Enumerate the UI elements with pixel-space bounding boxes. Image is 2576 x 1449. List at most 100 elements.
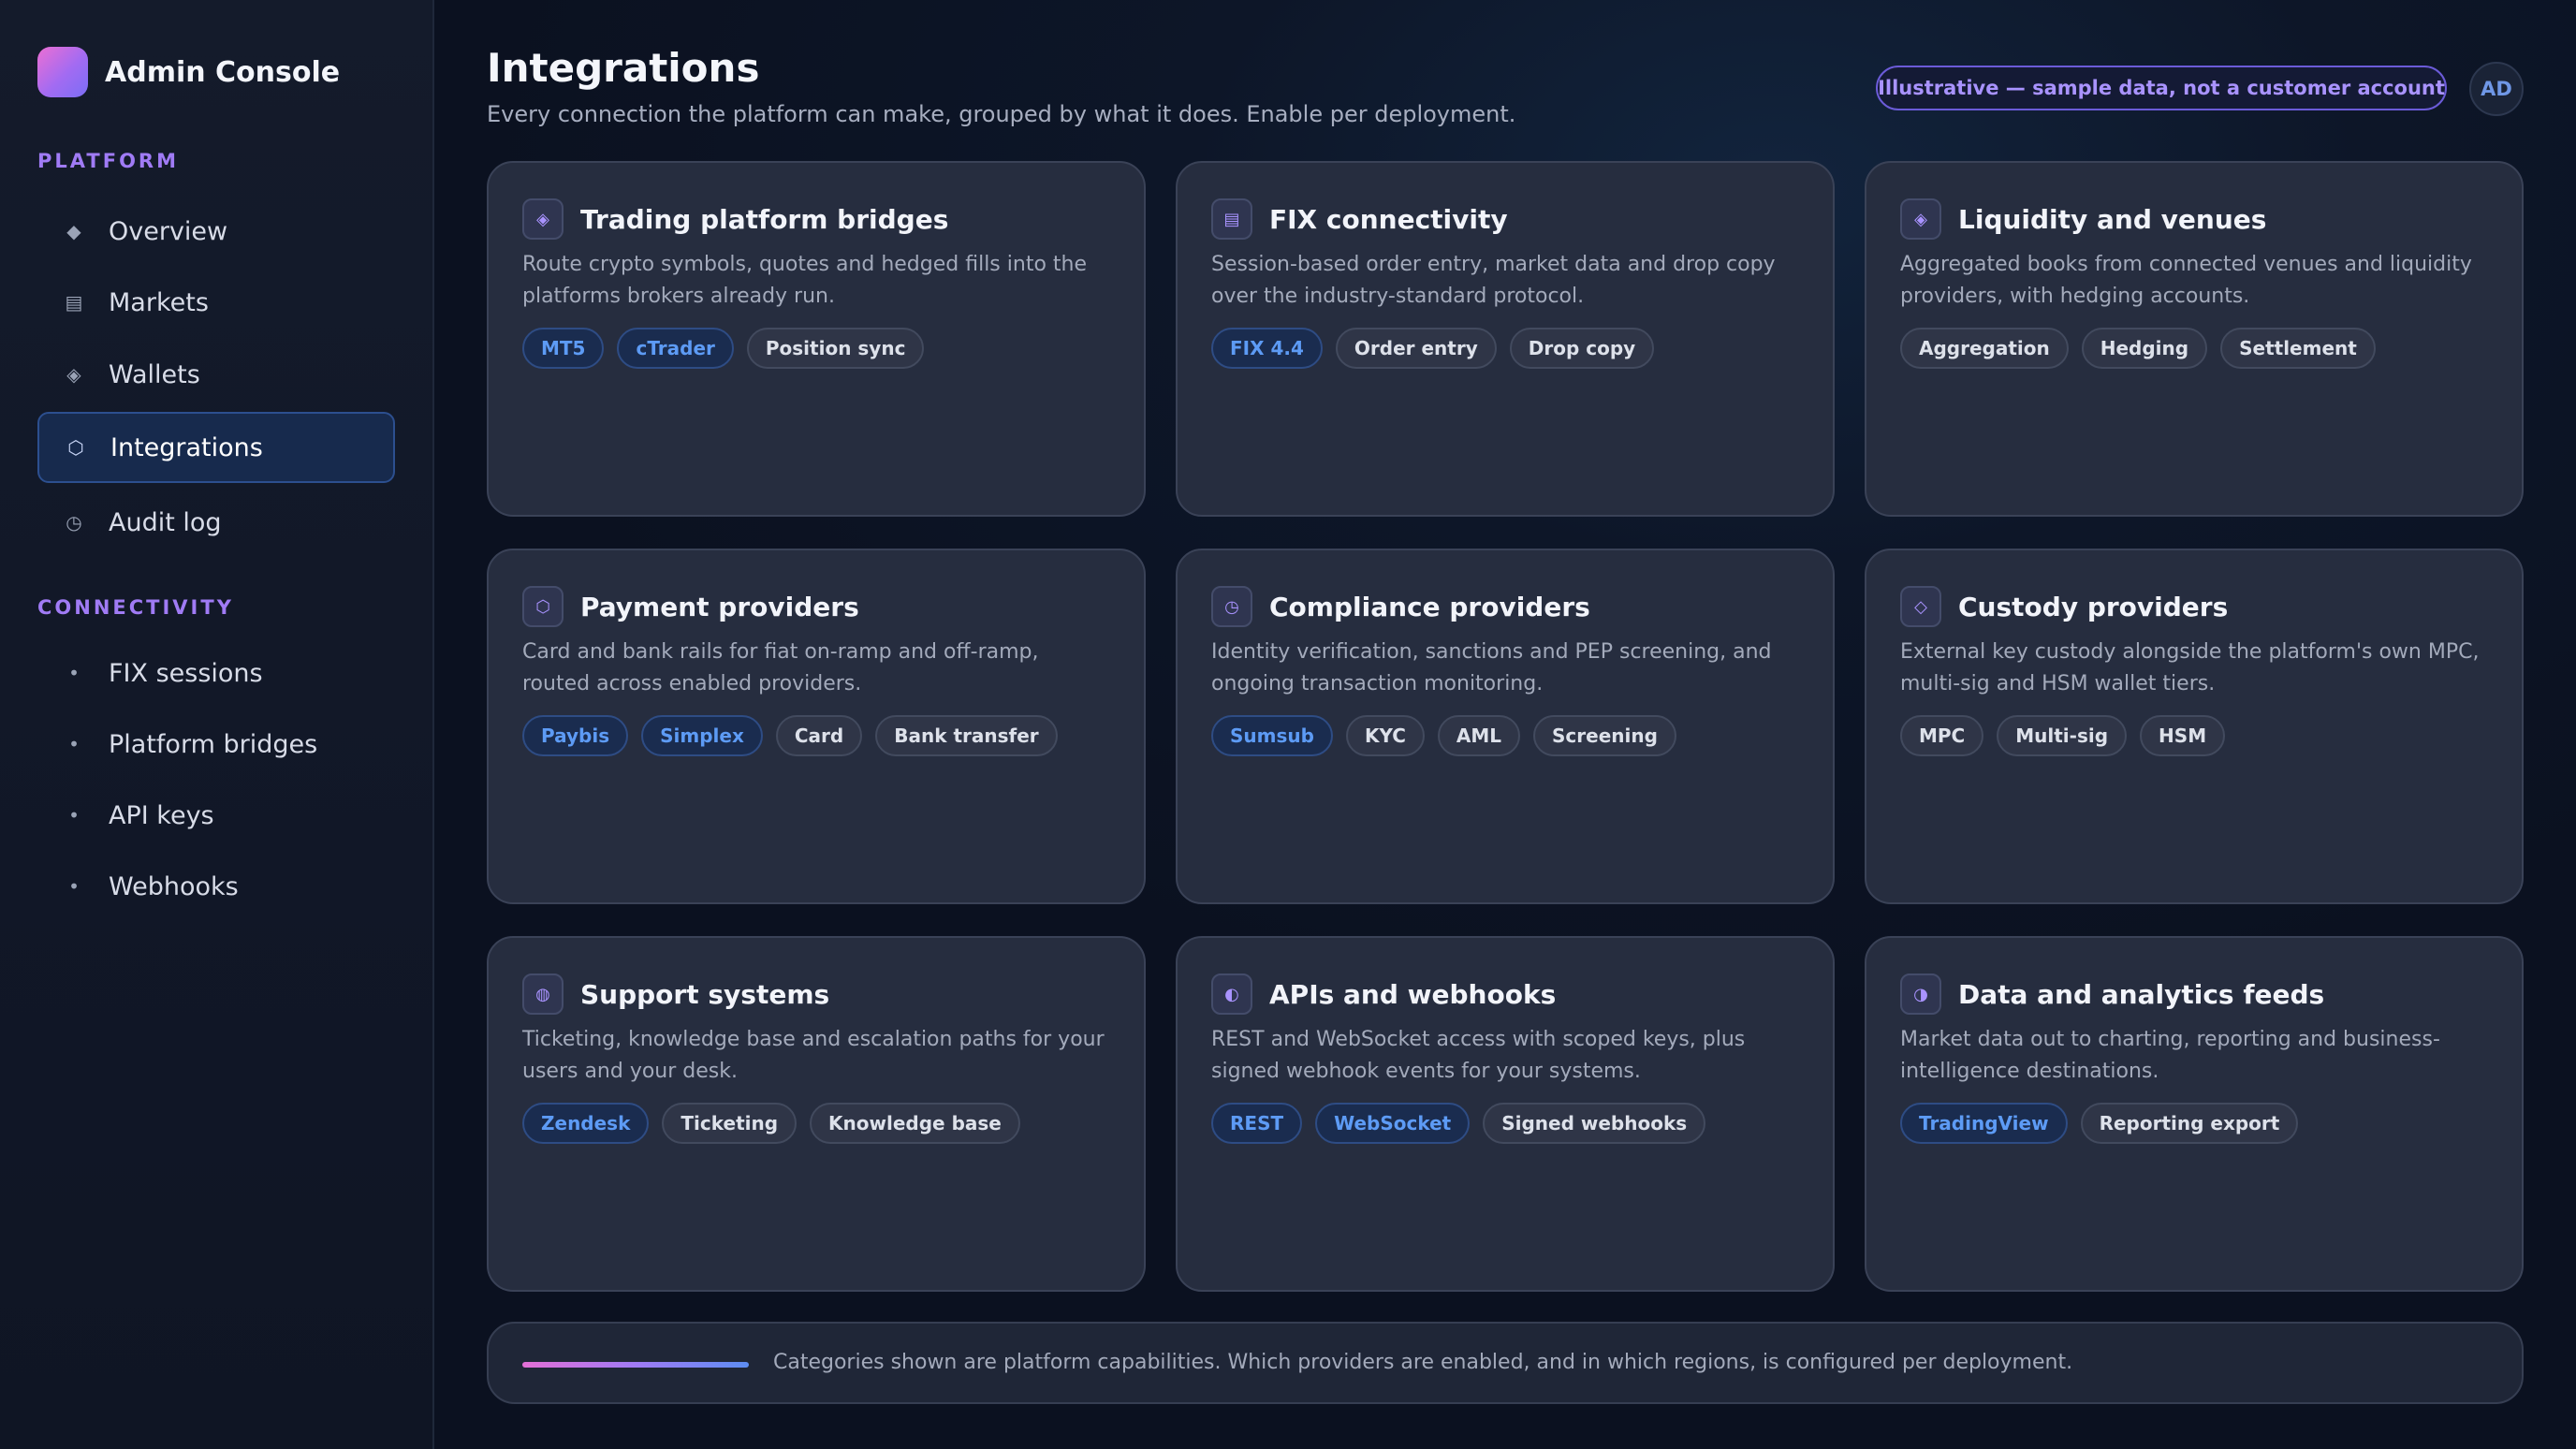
illustrative-notice-badge: Illustrative — sample data, not a custom… [1876,66,2447,110]
integration-card-liquidity-and-venues[interactable]: ◈ Liquidity and venues Aggregated books fr… [1865,161,2524,517]
capability-tag: Bank transfer [875,715,1058,756]
card-description: Aggregated books from connected venues a… [1900,253,2472,308]
card-title: Data and analytics feeds [1958,978,2325,1010]
sidebar-item-overview[interactable]: ◆ Overview [37,196,395,267]
card-title: FIX connectivity [1269,203,1508,235]
sidebar-item-api-keys[interactable]: • API keys [37,780,395,851]
capability-tag: KYC [1345,715,1425,756]
capability-tag: Settlement [2220,328,2376,369]
sidebar-item-platform-bridges[interactable]: • Platform bridges [37,709,395,780]
capability-tag: Card [775,715,863,756]
dot-icon: • [68,733,80,755]
card-header: ◑ Data and analytics feeds [1900,973,2324,1015]
capability-tag: Hedging [2081,328,2208,369]
card-title: Support systems [580,978,830,1010]
card-tags: MPC Multi-sig HSM [1900,715,2238,756]
capability-tag: Aggregation [1900,328,2069,369]
brand[interactable]: Admin Console [37,47,340,97]
card-description: External key custody alongside the platf… [1900,640,2480,695]
capability-tag: AML [1437,715,1521,756]
wallet-diamond-icon: ◈ [66,363,81,386]
integration-card-trading-platform-bridges[interactable]: ◈ Trading platform bridges Route crypto sy… [487,161,1146,517]
provider-tag: Sumsub [1211,715,1333,756]
capability-tag: Signed webhooks [1483,1103,1706,1144]
sidebar-item-integrations[interactable]: ⬡ Integrations [37,412,395,483]
sidebar-item-audit-log[interactable]: ◷ Audit log [37,487,395,558]
sidebar-item-markets[interactable]: ▤ Markets [37,267,395,338]
list-icon: ▤ [65,291,83,314]
capability-tag: Multi-sig [1997,715,2128,756]
card-description: Market data out to charting, reporting a… [1900,1028,2440,1083]
integration-card-compliance-providers[interactable]: ◷ Compliance providers Identity verificati… [1176,549,1835,904]
card-title: APIs and webhooks [1269,978,1557,1010]
card-description: Route crypto symbols, quotes and hedged … [522,253,1088,308]
clock-icon: ◷ [66,511,82,534]
integration-card-fix-connectivity[interactable]: ▤ FIX connectivity Session-based order ent… [1176,161,1835,517]
sidebar-item-label: Audit log [109,507,222,537]
sidebar-item-fix-sessions[interactable]: • FIX sessions [37,637,395,709]
sidebar-item-label: Platform bridges [109,729,318,759]
card-title: Liquidity and venues [1958,203,2267,235]
card-description: Card and bank rails for fiat on-ramp and… [522,640,1039,695]
list-icon: ▤ [1211,198,1252,240]
provider-tag: Zendesk [522,1103,650,1144]
footer-gradient-bar [522,1362,749,1368]
brand-logo-icon [37,47,88,97]
app-title: Admin Console [105,55,341,89]
card-tags: FIX 4.4 Order entry Drop copy [1211,328,1667,369]
card-tags: TradingView Reporting export [1900,1103,2311,1144]
card-description: REST and WebSocket access with scoped ke… [1211,1028,1746,1083]
sidebar: Admin Console PLATFORM ◆ Overview ▤ Markets ◈… [0,0,434,1449]
integration-card-custody-providers[interactable]: ◇ Custody providers External key custody a… [1865,549,2524,904]
provider-tag: WebSocket [1315,1103,1471,1144]
capability-tag: Knowledge base [810,1103,1020,1144]
sidebar-item-label: API keys [109,800,214,830]
card-tags: REST WebSocket Signed webhooks [1211,1103,1719,1144]
sidebar-item-wallets[interactable]: ◈ Wallets [37,339,395,410]
card-header: ◷ Compliance providers [1211,586,1590,627]
sidebar-item-label: Overview [109,216,228,246]
half-circle-right-icon: ◑ [1900,973,1941,1015]
hexagon-icon: ⬡ [67,436,84,459]
dot-icon: • [68,875,80,898]
clock-icon: ◷ [1211,586,1252,627]
card-header: ▤ FIX connectivity [1211,198,1508,240]
footer-text: Categories shown are platform capabiliti… [773,1351,2073,1374]
card-tags: Aggregation Hedging Settlement [1900,328,2389,369]
capability-tag: Ticketing [662,1103,798,1144]
provider-tag: FIX 4.4 [1211,328,1323,369]
integration-card-apis-and-webhooks[interactable]: ◐ APIs and webhooks REST and WebSocket acc… [1176,936,1835,1292]
integration-card-data-and-analytics-feeds[interactable]: ◑ Data and analytics feeds Market data out… [1865,936,2524,1292]
half-circle-icon: ◐ [1211,973,1252,1015]
sidebar-item-label: FIX sessions [109,658,263,688]
card-description: Ticketing, knowledge base and escalation… [522,1028,1105,1083]
integration-card-support-systems[interactable]: ◍ Support systems Ticketing, knowledge bas… [487,936,1146,1292]
card-header: ◐ APIs and webhooks [1211,973,1556,1015]
card-header: ◍ Support systems [522,973,829,1015]
integration-card-payment-providers[interactable]: ⬡ Payment providers Card and bank rails fo… [487,549,1146,904]
provider-tag: Paybis [522,715,629,756]
provider-tag: TradingView [1900,1103,2068,1144]
sidebar-section-label: PLATFORM [37,150,179,172]
sidebar-item-webhooks[interactable]: • Webhooks [37,851,395,922]
card-tags: MT5 cTrader Position sync [522,328,937,369]
capability-tag: Position sync [746,328,925,369]
provider-tag: cTrader [617,328,734,369]
card-tags: Sumsub KYC AML Screening [1211,715,1690,756]
page-subtitle: Every connection the platform can make, … [487,101,1516,127]
sidebar-item-label: Markets [109,287,209,317]
diamond-outline-icon: ◇ [1900,586,1941,627]
capability-tag: Order entry [1335,328,1497,369]
hexagon-icon: ⬡ [522,586,564,627]
card-header: ◈ Liquidity and venues [1900,198,2266,240]
card-header: ◇ Custody providers [1900,586,2228,627]
avatar[interactable]: AD [2469,62,2524,116]
provider-tag: MT5 [522,328,605,369]
footer-note: Categories shown are platform capabiliti… [487,1322,2524,1404]
diamond-icon: ◆ [66,220,81,242]
card-title: Custody providers [1958,591,2229,622]
page-title: Integrations [487,45,760,91]
capability-tag: Drop copy [1509,328,1655,369]
card-description: Identity verification, sanctions and PEP… [1211,640,1772,695]
card-header: ⬡ Payment providers [522,586,859,627]
